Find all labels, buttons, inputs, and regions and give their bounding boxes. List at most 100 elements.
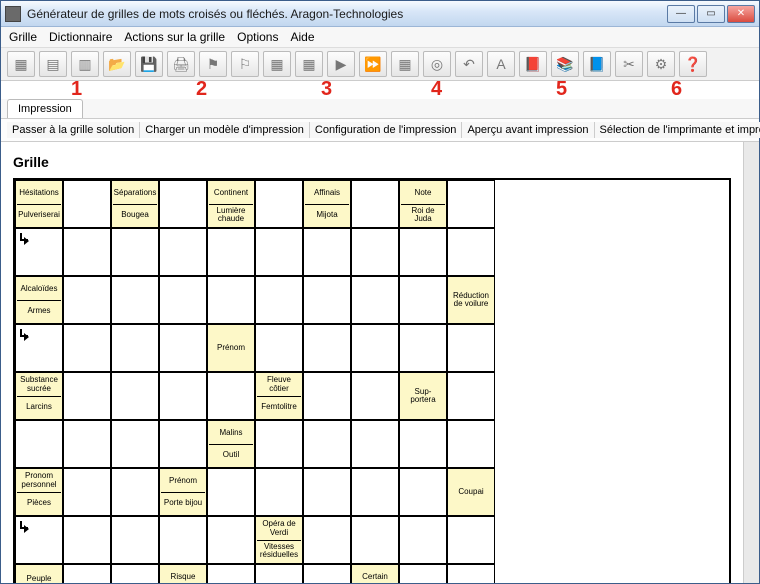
tabstrip: Impression: [1, 99, 759, 119]
clue-text: Coupai: [449, 470, 493, 514]
tool-tools-icon[interactable]: ✂: [615, 51, 643, 77]
tool-save-icon[interactable]: 💾: [135, 51, 163, 77]
clue-cell: Substance sucréeLarcins: [15, 372, 63, 420]
menubar: Grille Dictionnaire Actions sur la grill…: [1, 27, 759, 48]
sub-config[interactable]: Configuration de l'impression: [310, 122, 463, 138]
clue-bottom: Armes: [17, 301, 61, 323]
grid-cell: [351, 180, 399, 228]
tool-book3-icon[interactable]: 📘: [583, 51, 611, 77]
minimize-button[interactable]: —: [667, 5, 695, 23]
tool-book1-icon[interactable]: 📕: [519, 51, 547, 77]
tool-undo-icon[interactable]: ↶: [455, 51, 483, 77]
grid-cell: [63, 468, 111, 516]
tool-target-icon[interactable]: ◎: [423, 51, 451, 77]
tool-grid5-icon[interactable]: ▦: [391, 51, 419, 77]
grid-cell: [159, 324, 207, 372]
grid-cell: [159, 372, 207, 420]
grid-cell: [159, 228, 207, 276]
clue-top: Affinais: [305, 182, 349, 204]
annotation-6: 6: [671, 78, 682, 101]
grid-cell: [111, 420, 159, 468]
clue-cell: ContinentLumière chaude: [207, 180, 255, 228]
clue-top: Malins: [209, 422, 253, 444]
grid-cell: [399, 276, 447, 324]
grid-cell: [351, 228, 399, 276]
grid-cell: [111, 468, 159, 516]
grid-cell: [15, 324, 63, 372]
menu-actions[interactable]: Actions sur la grille: [124, 30, 225, 44]
menu-grille[interactable]: Grille: [9, 30, 37, 44]
clue-cell: AffinaisMijota: [303, 180, 351, 228]
clue-cell: Prénom: [207, 324, 255, 372]
sub-solution[interactable]: Passer à la grille solution: [7, 122, 140, 138]
grid-cell: [303, 564, 351, 583]
tool-help-icon[interactable]: ❓: [679, 51, 707, 77]
clue-top: Note: [401, 182, 445, 204]
grid-cell: [351, 420, 399, 468]
tool-new-icon[interactable]: ▦: [7, 51, 35, 77]
grid-cell: [399, 516, 447, 564]
tool-play-icon[interactable]: ▶: [327, 51, 355, 77]
clue-bottom: Vitesses résiduelles: [257, 541, 301, 563]
grid-cell: [63, 372, 111, 420]
clue-cell: AlcaloïdesArmes: [15, 276, 63, 324]
grid-cell: [255, 180, 303, 228]
sub-preview[interactable]: Aperçu avant impression: [462, 122, 594, 138]
grid-cell: [351, 516, 399, 564]
grid-cell: [399, 468, 447, 516]
clue-cell: SéparationsBougea: [111, 180, 159, 228]
grid-cell: [159, 420, 207, 468]
menu-options[interactable]: Options: [237, 30, 278, 44]
menu-aide[interactable]: Aide: [290, 30, 314, 44]
clue-top: Continent: [209, 182, 253, 204]
clue-bottom: Pulveriserai: [17, 205, 61, 227]
tool-print-icon[interactable]: 🖨: [167, 51, 195, 77]
grid-cell: [111, 516, 159, 564]
vertical-scrollbar[interactable]: [743, 142, 759, 583]
tool-grid2-icon[interactable]: ▥: [71, 51, 99, 77]
grid-cell: [303, 324, 351, 372]
tool-grid1-icon[interactable]: ▤: [39, 51, 67, 77]
grid-cell: [303, 228, 351, 276]
grid-cell: [207, 564, 255, 583]
grid-cell: [255, 420, 303, 468]
menu-dictionnaire[interactable]: Dictionnaire: [49, 30, 112, 44]
tab-impression[interactable]: Impression: [7, 99, 83, 118]
grid-cell: [159, 180, 207, 228]
arrow-down-right-icon: [20, 521, 30, 531]
clue-top: Alcaloïdes: [17, 278, 61, 300]
clue-top: Hésitations: [17, 182, 61, 204]
tool-gear-icon[interactable]: ⚙: [647, 51, 675, 77]
grid-cell: [207, 276, 255, 324]
clue-cell: Pronom personnelPièces: [15, 468, 63, 516]
tool-flag2-icon[interactable]: ⚐: [231, 51, 259, 77]
clue-bottom: Lumière chaude: [209, 205, 253, 227]
clue-cell: Opéra de VerdiVitesses résiduelles: [255, 516, 303, 564]
tool-grid4-icon[interactable]: ▦: [295, 51, 323, 77]
content-area: Grille HésitationsPulveriseraiSéparation…: [1, 142, 743, 583]
maximize-button[interactable]: ▭: [697, 5, 725, 23]
titlebar: Générateur de grilles de mots croisés ou…: [1, 1, 759, 27]
clue-cell: Sup-portera: [399, 372, 447, 420]
tool-open-icon[interactable]: 📂: [103, 51, 131, 77]
sub-print[interactable]: Sélection de l'imprimante et impression: [595, 122, 760, 138]
tool-book2-icon[interactable]: 📚: [551, 51, 579, 77]
sub-load-model[interactable]: Charger un modèle d'impression: [140, 122, 310, 138]
tool-grid3-icon[interactable]: ▦: [263, 51, 291, 77]
close-button[interactable]: ✕: [727, 5, 755, 23]
tool-flag1-icon[interactable]: ⚑: [199, 51, 227, 77]
tool-font-icon[interactable]: A: [487, 51, 515, 77]
grid-cell: [303, 468, 351, 516]
clue-cell: HésitationsPulveriserai: [15, 180, 63, 228]
clue-cell: NoteRoi de Juda: [399, 180, 447, 228]
grid-cell: [255, 468, 303, 516]
grid-cell: [111, 564, 159, 583]
grid-cell: [351, 276, 399, 324]
arrow-down-right-icon: [20, 233, 30, 243]
grid-cell: [207, 228, 255, 276]
tool-ff-icon[interactable]: ⏩: [359, 51, 387, 77]
clue-top: Certain: [353, 566, 397, 583]
window-buttons: — ▭ ✕: [667, 5, 755, 23]
grid-cell: [351, 468, 399, 516]
grid-cell: [111, 324, 159, 372]
